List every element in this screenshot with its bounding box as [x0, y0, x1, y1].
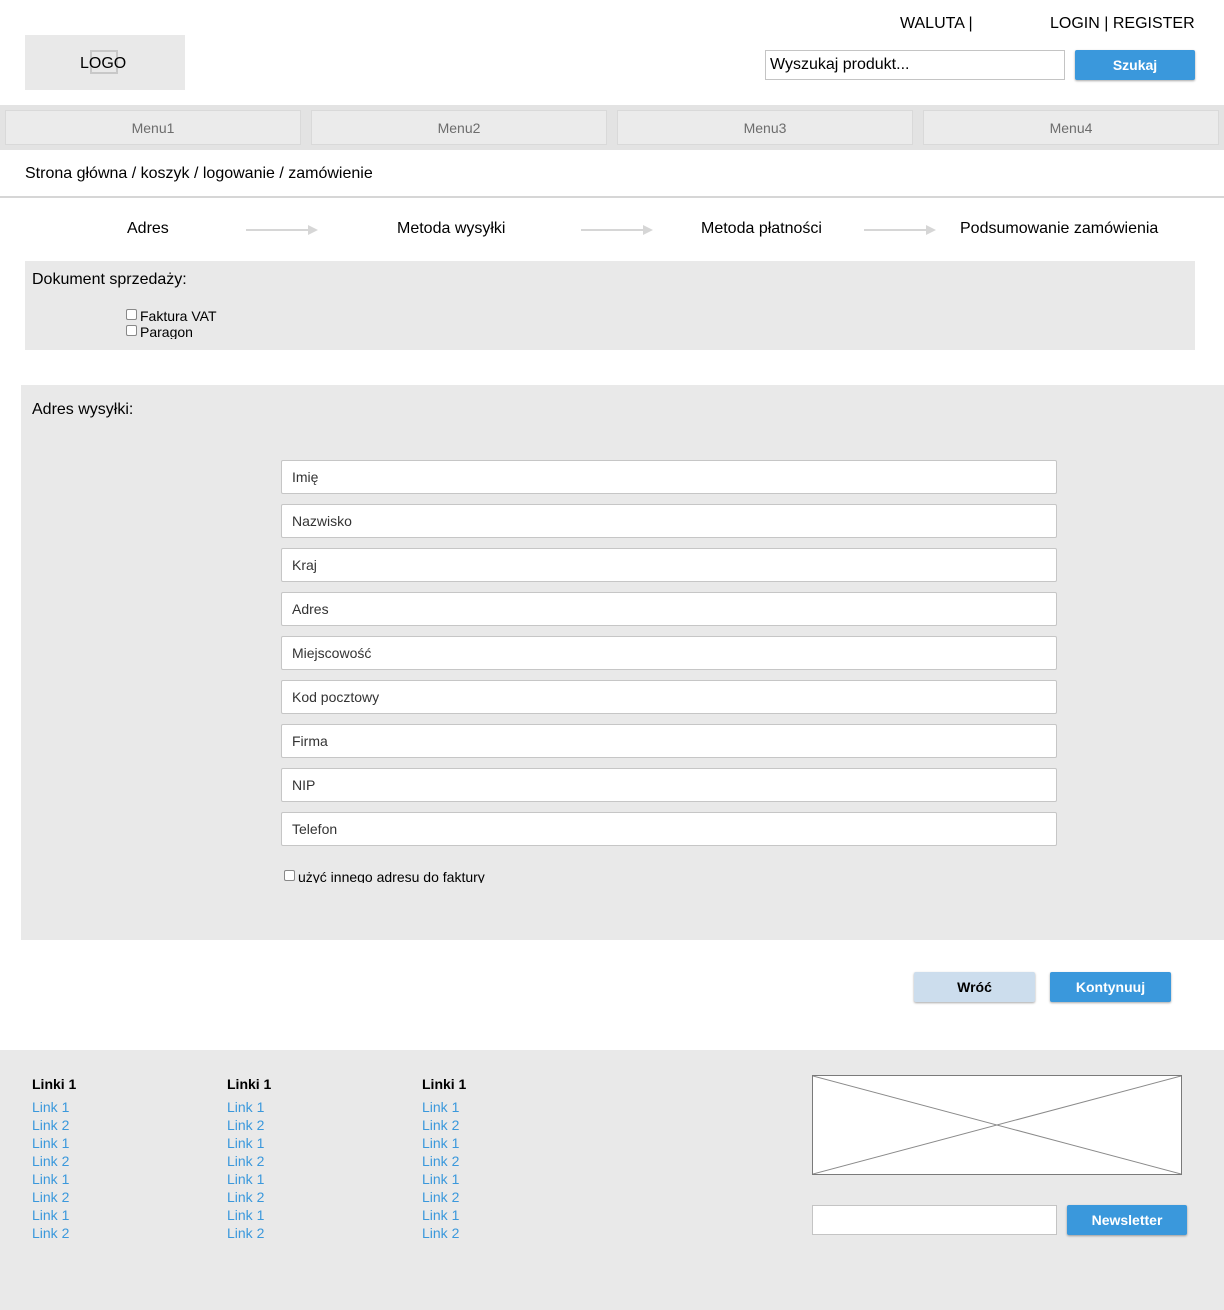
paragon-label: Paragon — [140, 324, 193, 339]
footer-link[interactable]: Link 1 — [422, 1135, 459, 1151]
sales-document-panel: Dokument sprzedaży: Faktura VAT Paragon — [25, 261, 1195, 350]
footer-link[interactable]: Link 2 — [422, 1189, 459, 1205]
city-field[interactable]: Miejscowość — [281, 636, 1057, 670]
footer-link[interactable]: Link 1 — [32, 1135, 69, 1151]
back-button[interactable]: Wróć — [914, 972, 1035, 1002]
footer-link[interactable]: Link 2 — [227, 1225, 264, 1241]
footer-link[interactable]: Link 2 — [32, 1225, 69, 1241]
faktura-vat-checkbox[interactable] — [126, 309, 137, 320]
footer-link[interactable]: Link 2 — [227, 1189, 264, 1205]
footer-link[interactable]: Link 1 — [422, 1099, 459, 1115]
shipping-address-title: Adres wysyłki: — [32, 401, 134, 418]
menu-item-4[interactable]: Menu4 — [923, 110, 1219, 145]
divider — [0, 196, 1224, 198]
paragon-checkbox[interactable] — [126, 325, 137, 336]
footer-link[interactable]: Link 2 — [32, 1189, 69, 1205]
other-invoice-address-checkbox[interactable] — [284, 870, 295, 881]
first-name-field[interactable]: Imię — [281, 460, 1057, 494]
menu-item-3[interactable]: Menu3 — [617, 110, 913, 145]
faktura-vat-label: Faktura VAT — [140, 308, 217, 324]
footer-link[interactable]: Link 1 — [32, 1207, 69, 1223]
step-arrow-icon — [864, 225, 936, 235]
footer-column-title: Linki 1 — [227, 1076, 272, 1092]
step-shipping-method: Metoda wysyłki — [397, 220, 506, 237]
image-placeholder-icon — [812, 1075, 1182, 1175]
logo[interactable]: LOGO — [25, 35, 185, 90]
phone-field[interactable]: Telefon — [281, 812, 1057, 846]
menu-item-2[interactable]: Menu2 — [311, 110, 607, 145]
footer-link[interactable]: Link 2 — [422, 1153, 459, 1169]
newsletter-email-input[interactable] — [812, 1205, 1057, 1235]
footer-column-title: Linki 1 — [422, 1076, 467, 1092]
postal-code-field[interactable]: Kod pocztowy — [281, 680, 1057, 714]
other-invoice-address-label: użyć innego adresu do faktury — [298, 869, 485, 883]
currency-selector[interactable]: WALUTA | — [900, 15, 973, 33]
step-arrow-icon — [246, 225, 318, 235]
menu-item-1[interactable]: Menu1 — [5, 110, 301, 145]
search-input[interactable]: Wyszukaj produkt... — [765, 50, 1065, 80]
footer-link[interactable]: Link 1 — [32, 1099, 69, 1115]
footer-link[interactable]: Link 1 — [32, 1171, 69, 1187]
step-order-summary: Podsumowanie zamówienia — [960, 220, 1159, 237]
footer-link[interactable]: Link 2 — [227, 1153, 264, 1169]
search-button[interactable]: Szukaj — [1075, 50, 1195, 80]
footer-link[interactable]: Link 1 — [227, 1135, 264, 1151]
country-field[interactable]: Kraj — [281, 548, 1057, 582]
step-payment-method: Metoda płatności — [701, 220, 822, 237]
login-register-link[interactable]: LOGIN | REGISTER — [1050, 15, 1195, 33]
main-menu: Menu1 Menu2 Menu3 Menu4 — [0, 105, 1224, 150]
footer-link[interactable]: Link 1 — [227, 1207, 264, 1223]
last-name-field[interactable]: Nazwisko — [281, 504, 1057, 538]
footer-link[interactable]: Link 1 — [227, 1171, 264, 1187]
sales-document-title: Dokument sprzedaży: — [32, 271, 187, 288]
footer-link[interactable]: Link 2 — [422, 1117, 459, 1133]
address-field[interactable]: Adres — [281, 592, 1057, 626]
breadcrumb: Strona główna / koszyk / logowanie / zam… — [25, 165, 373, 182]
company-field[interactable]: Firma — [281, 724, 1057, 758]
logo-text: LOGO — [80, 55, 127, 72]
footer-link[interactable]: Link 2 — [32, 1117, 69, 1133]
nip-field[interactable]: NIP — [281, 768, 1057, 802]
newsletter-button[interactable]: Newsletter — [1067, 1205, 1187, 1235]
continue-button[interactable]: Kontynuuj — [1050, 972, 1171, 1002]
footer-link[interactable]: Link 2 — [227, 1117, 264, 1133]
footer-link[interactable]: Link 1 — [227, 1099, 264, 1115]
step-arrow-icon — [581, 225, 653, 235]
footer-link[interactable]: Link 1 — [422, 1171, 459, 1187]
footer-link[interactable]: Link 2 — [32, 1153, 69, 1169]
step-address: Adres — [127, 220, 169, 237]
footer-link[interactable]: Link 1 — [422, 1207, 459, 1223]
footer-column-title: Linki 1 — [32, 1076, 77, 1092]
footer-link[interactable]: Link 2 — [422, 1225, 459, 1241]
